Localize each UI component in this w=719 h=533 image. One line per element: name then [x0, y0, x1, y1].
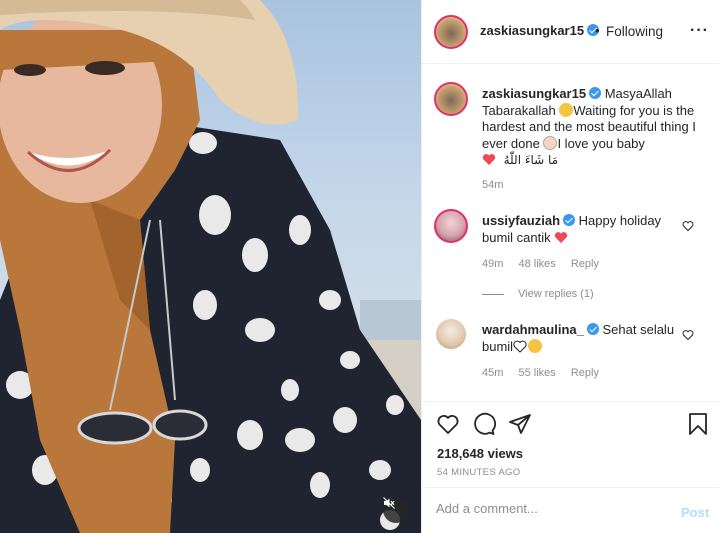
comment-avatar[interactable]: [434, 209, 468, 243]
caption-line-3: I love you baby: [557, 135, 645, 151]
comment-text: wardahmaulina_ Sehat selalu bumil: [482, 322, 682, 355]
caption-avatar[interactable]: [434, 82, 468, 116]
post-header: zaskiasungkar15 • Following ···: [422, 0, 719, 64]
post-video[interactable]: [0, 0, 421, 533]
caption-meta: 54m: [482, 179, 515, 191]
share-icon[interactable]: [508, 412, 532, 436]
author-avatar[interactable]: [434, 15, 468, 49]
video-frame: [0, 0, 421, 533]
author-username[interactable]: zaskiasungkar15: [480, 23, 584, 38]
following-button[interactable]: Following: [606, 24, 663, 39]
comment-likes[interactable]: 55 likes: [518, 367, 555, 379]
comment-text: ussiyfauziah Happy holiday bumil cantik: [482, 213, 682, 246]
heart-icon[interactable]: [436, 412, 460, 436]
views-count[interactable]: 218,648 views: [437, 446, 523, 461]
verified-icon: [563, 214, 576, 226]
comment-username[interactable]: wardahmaulina_: [482, 322, 584, 337]
white-heart-icon: [513, 340, 527, 353]
comment-username[interactable]: ussiyfauziah: [482, 213, 560, 228]
post-timestamp[interactable]: 54 MINUTES AGO: [437, 467, 520, 478]
reply-button[interactable]: Reply: [571, 258, 599, 270]
mute-icon: [383, 497, 395, 509]
hugging-emoji-icon: [559, 102, 574, 117]
bookmark-icon[interactable]: [686, 412, 710, 436]
replies-line: [482, 294, 504, 295]
comment-time[interactable]: 45m: [482, 367, 503, 379]
separator-dot: •: [595, 23, 600, 38]
caption-time[interactable]: 54m: [482, 179, 503, 191]
comment-time[interactable]: 49m: [482, 258, 503, 270]
comments-list[interactable]: zaskiasungkar15 MasyaAllah Tabarakallah …: [422, 65, 719, 401]
add-comment-bar: Post: [422, 487, 719, 533]
post-sidebar: zaskiasungkar15 • Following ··· zaskiasu…: [421, 0, 719, 533]
reply-button[interactable]: Reply: [571, 367, 599, 379]
comment-icon[interactable]: [472, 412, 496, 436]
author-username-link[interactable]: zaskiasungkar15: [480, 23, 600, 38]
like-comment-icon[interactable]: [682, 220, 694, 232]
comment-likes[interactable]: 48 likes: [518, 258, 555, 270]
view-replies-label[interactable]: View replies (1): [518, 288, 594, 300]
verified-icon: [586, 323, 599, 335]
comment-input[interactable]: [436, 501, 656, 516]
like-comment-icon[interactable]: [682, 329, 694, 341]
comment-avatar[interactable]: [436, 319, 466, 349]
red-heart-icon: [482, 154, 496, 165]
baby-emoji-icon: [543, 135, 558, 150]
view-replies-button[interactable]: View replies (1): [518, 288, 606, 300]
verified-icon: [589, 87, 602, 99]
caption-text: zaskiasungkar15 MasyaAllah Tabarakallah …: [482, 86, 708, 169]
comment-meta: 49m 48 likes Reply: [482, 258, 611, 270]
caption-arabic: مَا شَاءَ اللّٰهُ: [503, 153, 559, 167]
post-button[interactable]: Post: [681, 505, 709, 520]
heart-eyes-icon: [555, 231, 568, 243]
more-icon[interactable]: ···: [690, 22, 709, 40]
smiling-hearts-emoji-icon: [528, 338, 543, 353]
mute-button[interactable]: [383, 497, 409, 523]
caption-username[interactable]: zaskiasungkar15: [482, 86, 586, 101]
post-actions: 218,648 views 54 MINUTES AGO: [422, 401, 719, 487]
comment-meta: 45m 55 likes Reply: [482, 367, 611, 379]
